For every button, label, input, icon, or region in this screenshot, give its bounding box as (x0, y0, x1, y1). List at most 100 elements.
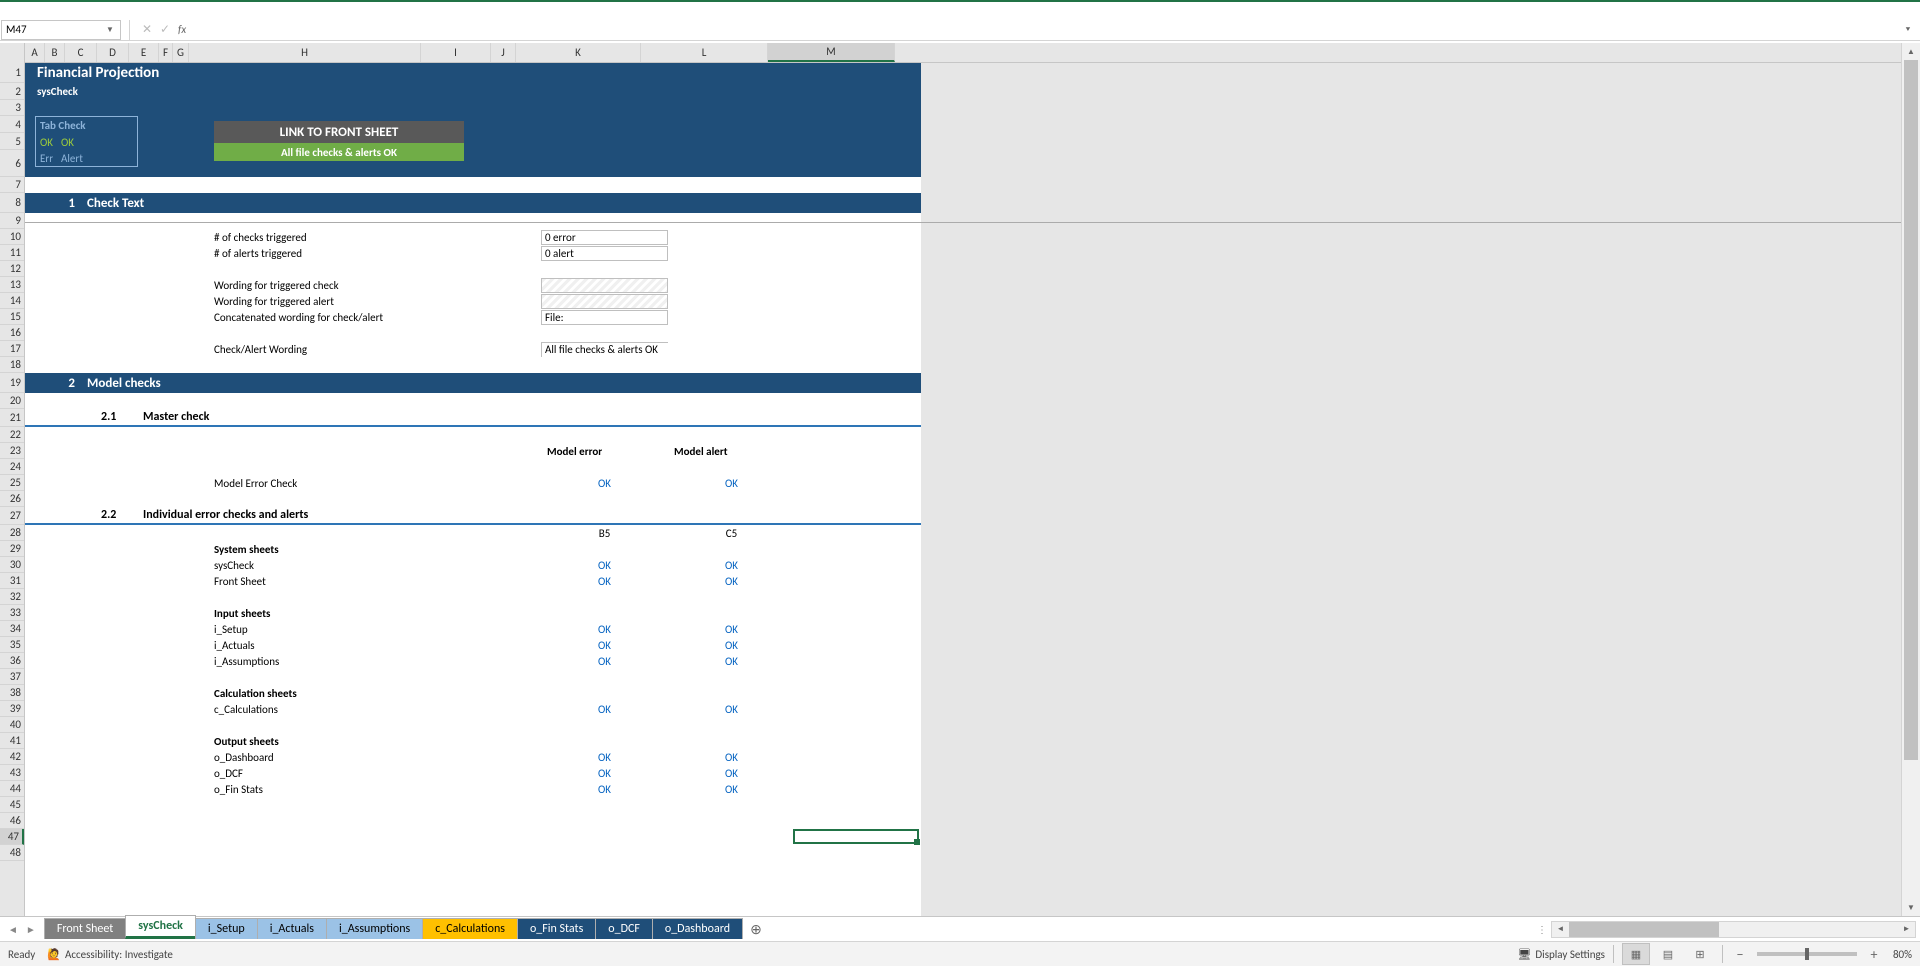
row-header-4[interactable]: 4 (0, 116, 24, 133)
row-header-18[interactable]: 18 (0, 357, 24, 373)
row-header-14[interactable]: 14 (0, 293, 24, 309)
column-header-J[interactable]: J (491, 43, 516, 62)
sheet-tab-i_setup[interactable]: i_Setup (195, 918, 258, 939)
spreadsheet-grid[interactable]: Financial Projection sysCheck Tab Check … (25, 63, 1901, 916)
sheet-tab-syscheck[interactable]: sysCheck (125, 915, 196, 939)
row-header-43[interactable]: 43 (0, 765, 24, 781)
column-header-G[interactable]: G (173, 43, 189, 62)
scroll-left-button[interactable]: ◄ (1552, 922, 1569, 937)
column-header-E[interactable]: E (129, 43, 159, 62)
row-header-47[interactable]: 47 (0, 829, 24, 845)
tab-nav-prev-icon[interactable]: ◄ (8, 923, 18, 936)
row-header-36[interactable]: 36 (0, 653, 24, 669)
tab-nav-next-icon[interactable]: ► (26, 923, 36, 936)
row-header-17[interactable]: 17 (0, 341, 24, 357)
row-header-2[interactable]: 2 (0, 83, 24, 100)
sheet-tab-c_calculations[interactable]: c_Calculations (422, 918, 518, 939)
row-header-41[interactable]: 41 (0, 733, 24, 749)
sheet-tab-i_assumptions[interactable]: i_Assumptions (326, 918, 423, 939)
column-header-M[interactable]: M (768, 43, 895, 62)
column-header-L[interactable]: L (641, 43, 768, 62)
column-header-A[interactable]: A (25, 43, 45, 62)
row-header-48[interactable]: 48 (0, 845, 24, 861)
row-header-37[interactable]: 37 (0, 669, 24, 685)
row-header-24[interactable]: 24 (0, 459, 24, 475)
row-header-8[interactable]: 8 (0, 193, 24, 213)
row-header-46[interactable]: 46 (0, 813, 24, 829)
horizontal-scroll-thumb[interactable] (1569, 922, 1719, 937)
vertical-scroll-thumb[interactable] (1904, 60, 1918, 760)
row-header-31[interactable]: 31 (0, 573, 24, 589)
row-header-21[interactable]: 21 (0, 409, 24, 427)
formula-input[interactable] (192, 20, 1900, 40)
row-header-10[interactable]: 10 (0, 229, 24, 245)
tab-scroll-handle-icon[interactable]: ⋮ (1533, 918, 1551, 940)
row-header-7[interactable]: 7 (0, 177, 24, 193)
row-header-9[interactable]: 9 (0, 213, 24, 229)
row-header-40[interactable]: 40 (0, 717, 24, 733)
enter-icon[interactable]: ✓ (156, 21, 174, 39)
normal-view-button[interactable]: ▦ (1622, 943, 1650, 965)
row-header-30[interactable]: 30 (0, 557, 24, 573)
select-all-triangle[interactable] (0, 43, 25, 63)
accessibility-status[interactable]: 🙋 Accessibility: Investigate (47, 948, 173, 961)
page-layout-view-button[interactable]: ▤ (1654, 943, 1682, 965)
page-break-view-button[interactable]: ⊞ (1686, 943, 1714, 965)
new-sheet-button[interactable]: ⊕ (742, 917, 770, 941)
row-header-22[interactable]: 22 (0, 427, 24, 443)
row-header-23[interactable]: 23 (0, 443, 24, 459)
row-header-26[interactable]: 26 (0, 491, 24, 507)
link-to-front-sheet-button[interactable]: LINK TO FRONT SHEET (214, 121, 464, 143)
scroll-down-button[interactable]: ▼ (1902, 899, 1920, 916)
scroll-right-button[interactable]: ► (1898, 922, 1915, 937)
zoom-level[interactable]: 80% (1893, 948, 1912, 961)
column-header-K[interactable]: K (516, 43, 641, 62)
row-header-19[interactable]: 19 (0, 373, 24, 393)
row-header-11[interactable]: 11 (0, 245, 24, 261)
row-header-13[interactable]: 13 (0, 277, 24, 293)
row-header-28[interactable]: 28 (0, 525, 24, 541)
zoom-slider-thumb[interactable] (1805, 948, 1809, 960)
row-header-38[interactable]: 38 (0, 685, 24, 701)
fx-icon[interactable]: fx (178, 23, 186, 36)
row-header-39[interactable]: 39 (0, 701, 24, 717)
row-header-27[interactable]: 27 (0, 507, 24, 525)
row-header-1[interactable]: 1 (0, 63, 24, 83)
row-header-44[interactable]: 44 (0, 781, 24, 797)
display-settings-button[interactable]: 🖥 Display Settings (1517, 948, 1605, 961)
column-header-C[interactable]: C (65, 43, 97, 62)
column-header-F[interactable]: F (159, 43, 173, 62)
column-header-I[interactable]: I (421, 43, 491, 62)
row-header-15[interactable]: 15 (0, 309, 24, 325)
zoom-out-button[interactable]: − (1731, 945, 1749, 963)
zoom-slider[interactable] (1757, 952, 1857, 956)
zoom-in-button[interactable]: + (1865, 945, 1883, 963)
sheet-tab-front-sheet[interactable]: Front Sheet (44, 918, 126, 939)
row-header-42[interactable]: 42 (0, 749, 24, 765)
row-header-5[interactable]: 5 (0, 133, 24, 150)
column-header-B[interactable]: B (45, 43, 65, 62)
row-header-16[interactable]: 16 (0, 325, 24, 341)
sheet-tab-i_actuals[interactable]: i_Actuals (257, 918, 327, 939)
row-header-20[interactable]: 20 (0, 393, 24, 409)
cancel-icon[interactable]: ✕ (138, 21, 156, 39)
row-header-6[interactable]: 6 (0, 150, 24, 177)
scroll-up-button[interactable]: ▲ (1902, 43, 1920, 60)
row-header-33[interactable]: 33 (0, 605, 24, 621)
column-header-H[interactable]: H (189, 43, 421, 62)
sheet-tab-o_fin-stats[interactable]: o_Fin Stats (517, 918, 596, 939)
sheet-tab-o_dashboard[interactable]: o_Dashboard (652, 918, 743, 939)
row-header-32[interactable]: 32 (0, 589, 24, 605)
name-box-dropdown-icon[interactable]: ▼ (106, 25, 116, 35)
horizontal-scrollbar[interactable]: ◄ ► (1551, 921, 1916, 938)
formula-expand-icon[interactable]: ⯆ (1900, 25, 1916, 35)
sheet-tab-o_dcf[interactable]: o_DCF (595, 918, 653, 939)
row-header-35[interactable]: 35 (0, 637, 24, 653)
name-box[interactable]: M47 ▼ (1, 20, 121, 40)
row-header-45[interactable]: 45 (0, 797, 24, 813)
row-header-12[interactable]: 12 (0, 261, 24, 277)
row-header-34[interactable]: 34 (0, 621, 24, 637)
row-header-29[interactable]: 29 (0, 541, 24, 557)
row-header-25[interactable]: 25 (0, 475, 24, 491)
row-header-3[interactable]: 3 (0, 100, 24, 116)
